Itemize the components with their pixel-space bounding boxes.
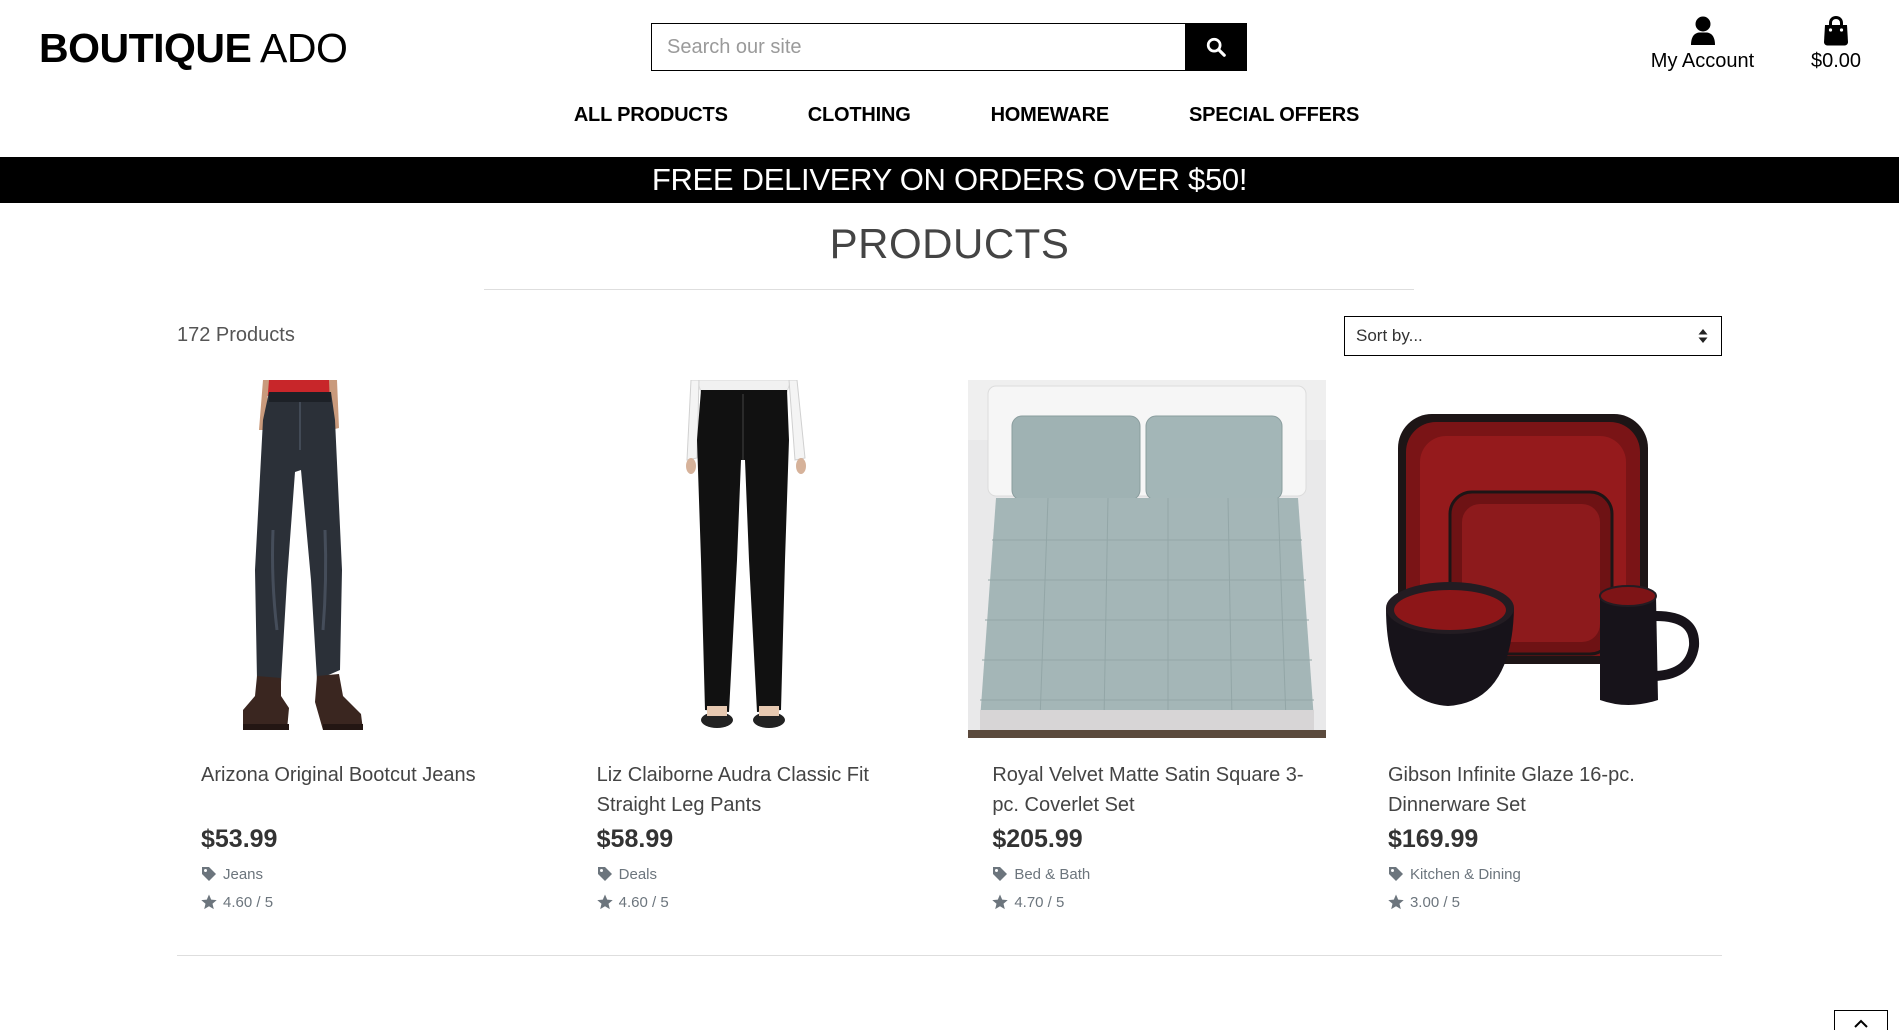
sort-caret-icon (1698, 329, 1708, 343)
product-image-link[interactable] (1363, 380, 1722, 738)
product-category: Deals (597, 864, 931, 884)
product-name: Royal Velvet Matte Satin Square 3-pc. Co… (992, 764, 1304, 816)
logo-regular-text: ADO (260, 25, 348, 71)
product-rating-value: 4.60 / 5 (618, 893, 669, 911)
star-icon (1388, 894, 1404, 910)
product-rating: 4.70 / 5 (992, 892, 1326, 912)
product-price: $58.99 (596, 825, 674, 853)
product-category: Kitchen & Dining (1388, 864, 1722, 884)
grid-divider (177, 955, 1722, 956)
search-form (651, 23, 1247, 71)
product-rating: 4.60 / 5 (596, 892, 931, 912)
product-image-link[interactable] (572, 380, 931, 738)
product-name: Liz Claiborne Audra Classic Fit Straight… (596, 764, 869, 816)
product-category: Jeans (201, 864, 535, 884)
product-category-link[interactable]: Jeans (223, 866, 263, 883)
product-count: 172 Products (177, 324, 295, 346)
product-rating-value: 4.70 / 5 (1014, 893, 1065, 911)
sort-select[interactable]: Sort by... (1344, 316, 1722, 356)
nav-homeware[interactable]: HOMEWARE (991, 104, 1110, 127)
star-icon (596, 894, 613, 910)
coverlet-image (968, 380, 1327, 738)
product-name: Gibson Infinite Glaze 16-pc. Dinnerware … (1387, 764, 1635, 816)
delivery-banner: FREE DELIVERY ON ORDERS OVER $50! (0, 157, 1899, 203)
tag-icon (1388, 867, 1403, 881)
product-rating-value: 3.00 / 5 (1409, 893, 1461, 911)
shopping-bag-link[interactable]: $0.00 (1796, 15, 1876, 73)
dinnerware-image (1363, 380, 1722, 738)
star-icon (992, 894, 1009, 910)
product-card: Royal Velvet Matte Satin Square 3-pc. Co… (968, 380, 1327, 912)
nav-clothing[interactable]: CLOTHING (808, 104, 911, 127)
search-button[interactable] (1185, 23, 1247, 71)
jeans-image (177, 380, 535, 738)
pants-image (572, 380, 931, 738)
my-account-label: My Account (1650, 50, 1755, 72)
search-icon (1206, 37, 1226, 57)
tag-icon (993, 867, 1008, 881)
page-title: PRODUCTS (829, 220, 1070, 267)
product-grid: Arizona Original Bootcut Jeans $53.99 Je… (177, 380, 1722, 912)
star-icon (201, 894, 217, 910)
product-category: Bed & Bath (992, 864, 1326, 884)
tag-icon (202, 867, 216, 881)
shopping-bag-icon (1796, 15, 1876, 48)
main-nav: ALL PRODUCTS CLOTHING HOMEWARE SPECIAL O… (0, 104, 1899, 127)
tag-icon (597, 867, 612, 881)
logo-bold-text: BOUTIQUE (39, 25, 252, 71)
my-account-link[interactable]: My Account (1640, 16, 1765, 73)
product-price: $53.99 (201, 825, 278, 853)
product-image-link[interactable] (968, 380, 1327, 738)
sort-select-value: Sort by... (1356, 326, 1423, 345)
product-image-link[interactable] (177, 380, 535, 738)
product-price: $169.99 (1387, 825, 1479, 853)
product-card: Liz Claiborne Audra Classic Fit Straight… (572, 380, 931, 912)
product-card: Arizona Original Bootcut Jeans $53.99 Je… (177, 380, 535, 912)
site-logo[interactable]: BOUTIQUE ADO (39, 21, 348, 75)
back-to-top-button[interactable] (1834, 1010, 1888, 1030)
bag-total: $0.00 (1810, 50, 1862, 72)
product-price: $205.99 (992, 825, 1083, 853)
product-card: Gibson Infinite Glaze 16-pc. Dinnerware … (1363, 380, 1722, 912)
product-category-link[interactable]: Deals (619, 866, 657, 883)
product-rating: 3.00 / 5 (1388, 892, 1722, 912)
product-name: Arizona Original Bootcut Jeans (201, 764, 476, 786)
user-icon (1640, 16, 1765, 48)
nav-all-products[interactable]: ALL PRODUCTS (574, 104, 728, 127)
title-divider (484, 289, 1414, 290)
chevron-up-icon (1854, 1019, 1868, 1028)
product-rating: 4.60 / 5 (201, 892, 535, 912)
nav-special-offers[interactable]: SPECIAL OFFERS (1189, 104, 1359, 127)
product-category-link[interactable]: Kitchen & Dining (1410, 866, 1521, 883)
product-rating-value: 4.60 / 5 (223, 893, 274, 911)
search-input[interactable] (651, 23, 1185, 71)
product-category-link[interactable]: Bed & Bath (1014, 866, 1090, 883)
